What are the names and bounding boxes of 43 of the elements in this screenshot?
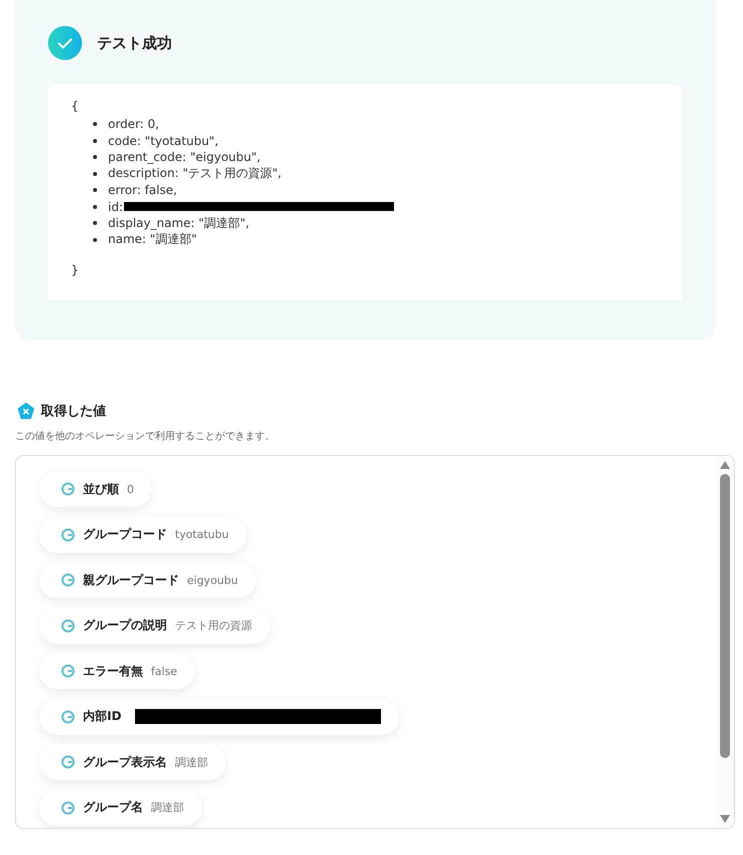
json-line: error: false,	[108, 183, 178, 198]
clock-icon	[61, 573, 75, 587]
clock-icon	[61, 710, 75, 724]
bullet-icon	[93, 122, 97, 126]
value-chip[interactable]: グループ名 調達部	[39, 790, 202, 826]
result-title: テスト成功	[97, 34, 172, 52]
section-title: 取得した値	[41, 403, 106, 420]
bullet-icon	[93, 238, 97, 242]
clock-icon	[61, 528, 75, 542]
value-chip[interactable]: 並び順 0	[39, 471, 152, 507]
clock-icon	[61, 800, 75, 814]
clock-icon	[61, 618, 75, 632]
value-chip[interactable]: グループコード tyotatubu	[39, 516, 247, 552]
json-line: display_name: "調達部",	[108, 214, 250, 232]
json-line: id:	[108, 200, 123, 214]
json-line: description: "テスト用の資源",	[108, 165, 282, 182]
json-line: parent_code: "eigyoubu",	[108, 150, 261, 164]
json-brace: {	[71, 98, 80, 114]
json-brace: }	[71, 262, 80, 278]
checkmark-icon	[48, 26, 82, 60]
scroll-down-icon[interactable]	[719, 814, 731, 824]
clock-icon	[61, 482, 75, 496]
value-chip[interactable]: グループの説明 テスト用の資源	[39, 608, 270, 644]
bullet-icon	[93, 188, 97, 192]
json-line: name: "調達部"	[108, 231, 197, 248]
value-chip[interactable]: 親グループコード eigyoubu	[39, 562, 256, 598]
bullet-icon	[93, 138, 97, 143]
value-chip[interactable]: グループ表示名 調達部	[39, 744, 226, 780]
section-description: この値を他のオペレーションで利用することができます。	[15, 430, 276, 443]
bullet-icon	[93, 221, 97, 226]
scroll-up-icon[interactable]	[719, 460, 731, 470]
json-line: code: "tyotatubu",	[108, 134, 218, 148]
bullet-icon	[93, 172, 97, 176]
value-chip[interactable]: エラー有無 false	[39, 653, 196, 689]
scroll-thumb[interactable]	[720, 474, 730, 758]
clock-icon	[61, 755, 75, 769]
scrollbar[interactable]	[716, 456, 734, 828]
bullet-icon	[93, 155, 97, 160]
json-line: order: 0,	[108, 117, 160, 132]
pentagon-icon	[17, 402, 35, 420]
bullet-icon	[93, 204, 97, 209]
value-chip[interactable]: 内部ID	[39, 698, 400, 734]
clock-icon	[61, 664, 75, 678]
